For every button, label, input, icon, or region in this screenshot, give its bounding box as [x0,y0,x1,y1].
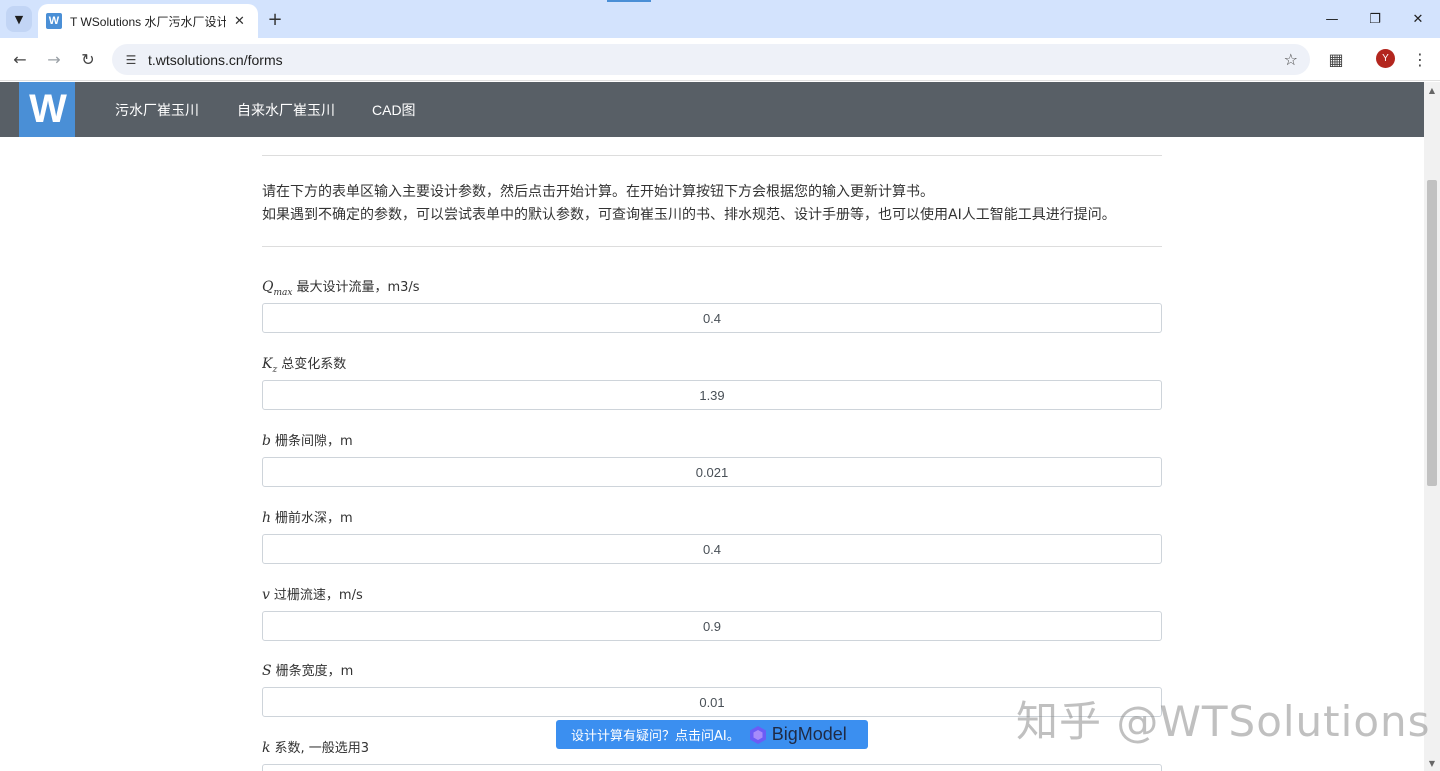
ask-ai-label: 设计计算有疑问？点击问AI。 [571,729,740,744]
bookmark-star-icon[interactable]: ☆ [1284,50,1298,69]
bigmodel-brand: BigModel [771,724,847,744]
scrollbar-thumb[interactable] [1427,180,1437,486]
divider-bottom [262,246,1162,247]
tab-search-chevron-icon[interactable]: ▼ [6,6,32,32]
bigmodel-logo-icon [749,725,766,744]
back-arrow-icon[interactable]: ← [8,47,32,71]
field-symbol: v [262,587,270,603]
scroll-up-arrow-icon[interactable]: ▲ [1424,82,1440,98]
address-bar[interactable]: ☰ t.wtsolutions.cn/forms ☆ [112,44,1310,75]
tab-bar-accent [607,0,651,2]
field-label: b 栅条间隙，m [262,433,353,449]
field-label: v 过栅流速，m/s [262,587,363,603]
browser-tab-bar: ▼ W T WSolutions 水厂污水厂设计 ✕ + — ❐ ✕ [0,0,1440,38]
browser-tab-active[interactable]: W T WSolutions 水厂污水厂设计 ✕ [38,4,258,38]
page-scrollbar[interactable]: ▲ ▼ [1424,82,1440,771]
browser-toolbar: ← → ↻ ☰ t.wtsolutions.cn/forms ☆ ▦ Y ⋮ [0,38,1440,81]
nav-link-sewage-plant[interactable]: 污水厂崔玉川 [115,100,199,120]
minimize-icon[interactable]: — [1318,6,1346,32]
profile-avatar[interactable]: Y [1376,49,1395,68]
site-info-icon[interactable]: ☰ [122,51,140,69]
url-text[interactable]: t.wtsolutions.cn/forms [148,52,283,68]
b-input[interactable]: 0.021 [262,457,1162,487]
intro-line-1: 请在下方的表单区输入主要设计参数，然后点击开始计算。在开始计算按钮下方会根据您的… [262,184,934,200]
k-input[interactable] [262,764,1162,771]
h-input[interactable]: 0.4 [262,534,1162,564]
site-logo[interactable]: W [19,82,75,137]
qmax-input[interactable]: 0.4 [262,303,1162,333]
field-label: S 栅条宽度，m [262,663,354,679]
browser-menu-icon[interactable]: ⋮ [1408,47,1432,71]
field-symbol: S [262,663,272,679]
window-close-icon[interactable]: ✕ [1404,6,1432,32]
field-label: Kz 总变化系数 [262,356,347,375]
scroll-down-arrow-icon[interactable]: ▼ [1424,755,1440,771]
field-qmax: Qmax 最大设计流量，m3/s 0.4 [262,276,1162,333]
kz-input[interactable]: 1.39 [262,380,1162,410]
zhihu-watermark: 知乎 @WTSolutions [1016,697,1431,746]
field-symbol: b [262,433,271,449]
v-input[interactable]: 0.9 [262,611,1162,641]
site-favicon-icon: W [46,13,62,29]
restore-icon[interactable]: ❐ [1361,6,1389,32]
extensions-puzzle-icon[interactable]: ▦ [1324,47,1348,71]
intro-text: 请在下方的表单区输入主要设计参数，然后点击开始计算。在开始计算按钮下方会根据您的… [262,181,1116,227]
site-navbar: W 污水厂崔玉川 自来水厂崔玉川 CAD图 [0,82,1424,137]
main-content: 请在下方的表单区输入主要设计参数，然后点击开始计算。在开始计算按钮下方会根据您的… [262,137,1162,771]
field-h: h 栅前水深，m 0.4 [262,507,1162,564]
field-symbol: k [262,740,271,756]
nav-link-cad[interactable]: CAD图 [372,100,416,120]
tab-close-icon[interactable]: ✕ [234,14,245,29]
field-symbol: Kz [262,356,278,375]
tab-title: T WSolutions 水厂污水厂设计 [70,14,226,29]
field-label: Qmax 最大设计流量，m3/s [262,279,420,298]
intro-line-2: 如果遇到不确定的参数，可以尝试表单中的默认参数，可查询崔玉川的书、排水规范、设计… [262,207,1116,223]
field-symbol: Qmax [262,279,293,298]
forward-arrow-icon[interactable]: → [42,47,66,71]
nav-link-water-plant[interactable]: 自来水厂崔玉川 [237,100,335,120]
field-v: v 过栅流速，m/s 0.9 [262,584,1162,641]
new-tab-plus-icon[interactable]: + [264,8,286,30]
divider-top [262,155,1162,156]
field-b: b 栅条间隙，m 0.021 [262,430,1162,487]
field-symbol: h [262,510,272,526]
ask-ai-button[interactable]: 设计计算有疑问？点击问AI。 BigModel [556,720,868,749]
field-label: h 栅前水深，m [262,510,353,526]
reload-icon[interactable]: ↻ [76,47,100,71]
field-kz: Kz 总变化系数 1.39 [262,353,1162,410]
